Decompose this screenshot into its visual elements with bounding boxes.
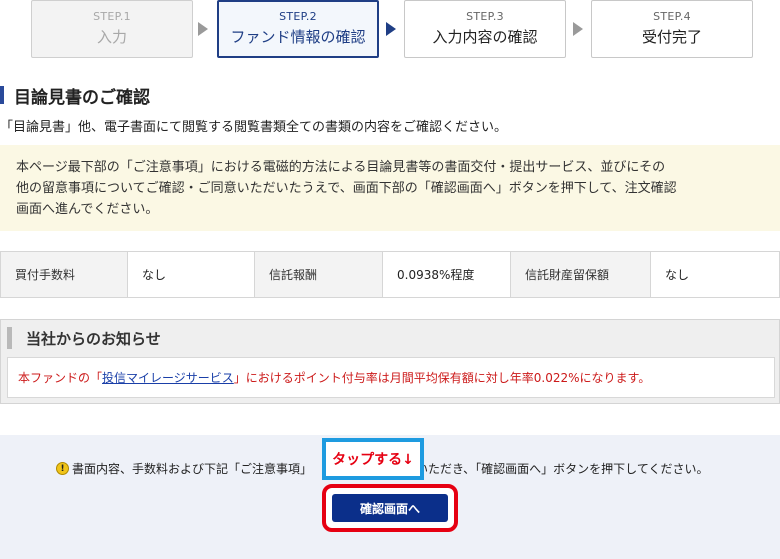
retention-fee-label: 信託財産留保額 <box>510 251 651 298</box>
step-arrow-icon <box>386 22 396 36</box>
step-3-number: STEP.3 <box>466 10 504 23</box>
confirm-screen-button[interactable]: 確認画面へ <box>332 494 448 522</box>
step-3: STEP.3 入力内容の確認 <box>404 0 566 58</box>
retention-fee-value: なし <box>650 251 780 298</box>
step-2: STEP.2 ファンド情報の確認 <box>217 0 379 58</box>
step-1-number: STEP.1 <box>93 10 131 23</box>
tap-annotation: タップする↓ <box>322 438 424 480</box>
company-notice-text-before: 本ファンドの「 <box>18 371 103 385</box>
step-2-label: ファンド情報の確認 <box>230 28 366 46</box>
purchase-fee-value: なし <box>127 251 255 298</box>
step-1: STEP.1 入力 <box>31 0 193 58</box>
notice-line-1: 本ページ最下部の「ご注意事項」における電磁的方法による目論見書等の書面交付・提出… <box>16 160 666 175</box>
trust-fee-label: 信託報酬 <box>254 251 383 298</box>
notice-box: 本ページ最下部の「ご注意事項」における電磁的方法による目論見書等の書面交付・提出… <box>0 145 780 231</box>
step-4-label: 受付完了 <box>641 28 702 46</box>
company-notice-accent-bar <box>7 327 12 349</box>
step-1-label: 入力 <box>96 28 127 46</box>
purchase-fee-label: 買付手数料 <box>0 251 128 298</box>
step-arrow-icon <box>198 22 208 36</box>
step-3-label: 入力内容の確認 <box>432 28 538 46</box>
section-heading: 目論見書のご確認 <box>0 84 150 108</box>
company-notice-title: 当社からのお知らせ <box>26 329 161 348</box>
page-title: 目論見書のご確認 <box>14 87 150 108</box>
company-notice-body: 本ファンドの「 投信マイレージサービス 」におけるポイント付与率は月間平均保有額に対… <box>7 357 775 398</box>
table-row: 買付手数料 なし 信託報酬 0.0938%程度 信託財産留保額 なし <box>0 251 780 298</box>
notice-line-3: 画面へ進んでください。 <box>16 202 159 217</box>
step-arrow-icon <box>573 22 583 36</box>
step-4: STEP.4 受付完了 <box>591 0 753 58</box>
step-2-number: STEP.2 <box>279 10 317 23</box>
confirm-text-before: 書面内容、手数料および下記「ご注意事項」 <box>72 462 313 476</box>
mileage-service-link[interactable]: 投信マイレージサービス <box>102 369 234 386</box>
notice-line-2: 他の留意事項についてご確認・ご同意いただいたうえで、画面下部の「確認画面へ」ボタ… <box>16 181 677 196</box>
trust-fee-value: 0.0938%程度 <box>382 251 511 298</box>
confirm-button-highlight: 確認画面へ <box>322 484 458 532</box>
company-notice-text-after: 」におけるポイント付与率は月間平均保有額に対し年率0.022%になります。 <box>233 371 651 385</box>
confirm-text-after: いただき、「確認画面へ」ボタンを押下してください。 <box>416 462 709 476</box>
fee-table: 買付手数料 なし 信託報酬 0.0938%程度 信託財産留保額 なし <box>0 251 780 298</box>
step-4-number: STEP.4 <box>653 10 691 23</box>
company-notice-header: 当社からのお知らせ <box>7 326 161 350</box>
company-notice-panel: 当社からのお知らせ 本ファンドの「 投信マイレージサービス 」におけるポイント付与率… <box>0 319 780 404</box>
intro-text: 「目論見書」他、電子書面にて閲覧する閲覧書類全ての書類の内容をご確認ください。 <box>0 120 508 135</box>
warning-icon: ! <box>56 462 69 475</box>
heading-accent-bar <box>0 86 4 104</box>
